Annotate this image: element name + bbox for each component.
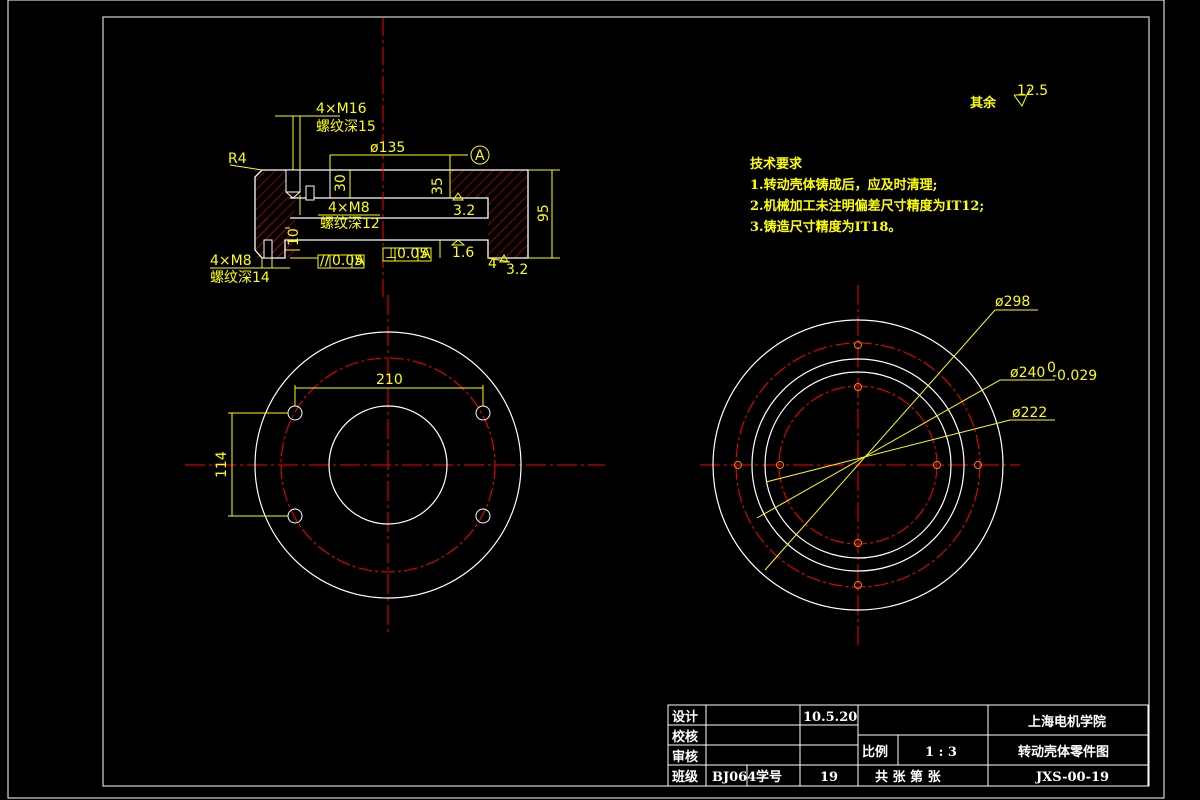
dim35-label: 35 [430, 177, 446, 195]
inner-border [102, 16, 1150, 787]
design-date: 10.5.20 [803, 710, 857, 725]
m16-depth-label: 螺纹深15 [316, 119, 376, 135]
dim95-label: 95 [536, 204, 552, 222]
tol-parallel-datum: A [355, 253, 365, 269]
drawing-name: 转动壳体零件图 [1018, 744, 1109, 760]
drawing-number: JXS-00-19 [1035, 770, 1109, 785]
hatch-right [488, 170, 528, 258]
class-value: BJ064 [712, 770, 756, 785]
requirement-item: 1.转动壳体铸成后，应及时清理; [750, 178, 938, 193]
m8-bottom-label: 4×M8 [210, 253, 252, 269]
m8-top-label: 4×M8 [328, 200, 370, 216]
dim10-label: 10 [286, 228, 302, 246]
class-label: 班级 [672, 769, 699, 785]
student-no-value: 19 [820, 770, 838, 785]
left-plan-view [185, 295, 605, 635]
dim30-label: 30 [333, 174, 349, 192]
scale-value: 1 : 3 [925, 745, 957, 760]
hatch-top-right [450, 170, 488, 198]
sheets-text: 共 张 第 张 [875, 769, 942, 785]
dia240-label: ø240 [1010, 365, 1045, 381]
roughness-32b: 3.2 [506, 262, 528, 278]
requirements-title: 技术要求 [750, 157, 803, 172]
dim4-label: 4 [488, 256, 497, 272]
roughness-32a: 3.2 [453, 203, 475, 219]
bolt-hole-bl [287, 508, 303, 524]
tol-parallel-symbol: // [320, 253, 330, 269]
cad-drawing: R4 4×M16 螺纹深15 ø135 A 30 35 95 4×M8 螺纹深1… [7, 0, 1165, 799]
roughness-value: 12.5 [1017, 83, 1048, 99]
tol-perp-datum: A [421, 246, 431, 262]
check-label: 校核 [672, 729, 698, 745]
dim210-label: 210 [376, 372, 403, 388]
bolt-hole-tr [475, 405, 491, 421]
roughness-16: 1.6 [452, 245, 474, 261]
technical-requirements: 技术要求 1.转动壳体铸成后，应及时清理; 2.机械加工未注明偏差尺寸精度为IT… [750, 154, 984, 238]
datum-a-label: A [475, 148, 485, 164]
bolt-hole-tl [287, 405, 303, 421]
roughness-label: 其余 [970, 96, 997, 111]
review-label: 审核 [672, 749, 698, 765]
dim114-label: 114 [214, 451, 230, 478]
dia298-label: ø298 [995, 294, 1030, 310]
requirement-item: 2.机械加工未注明偏差尺寸精度为IT12; [750, 199, 985, 214]
r4-label: R4 [228, 151, 247, 167]
scale-label: 比例 [862, 744, 888, 760]
bolt-hole-br [475, 508, 491, 524]
dia222-label: ø222 [1012, 405, 1047, 421]
m8-bottom-hole [263, 239, 273, 259]
m8-bottom-depth-label: 螺纹深14 [210, 270, 270, 286]
right-plan-view [700, 285, 1055, 645]
m16-label: 4×M16 [316, 101, 367, 117]
dia135-label: ø135 [370, 140, 405, 156]
outer-border [7, 0, 1165, 799]
m8-top-hole [305, 185, 315, 201]
design-label: 设计 [672, 709, 698, 725]
student-no-label: 学号 [756, 769, 782, 785]
requirement-item: 3.铸造尺寸精度为IT18。 [750, 220, 902, 235]
m8-top-depth-label: 螺纹深12 [320, 216, 380, 232]
school-name: 上海电机学院 [1028, 714, 1106, 730]
tol-perp-symbol: ⊥ [385, 246, 397, 262]
m16-hole [285, 169, 301, 193]
dia240-tol-lower: -0.029 [1052, 368, 1097, 384]
